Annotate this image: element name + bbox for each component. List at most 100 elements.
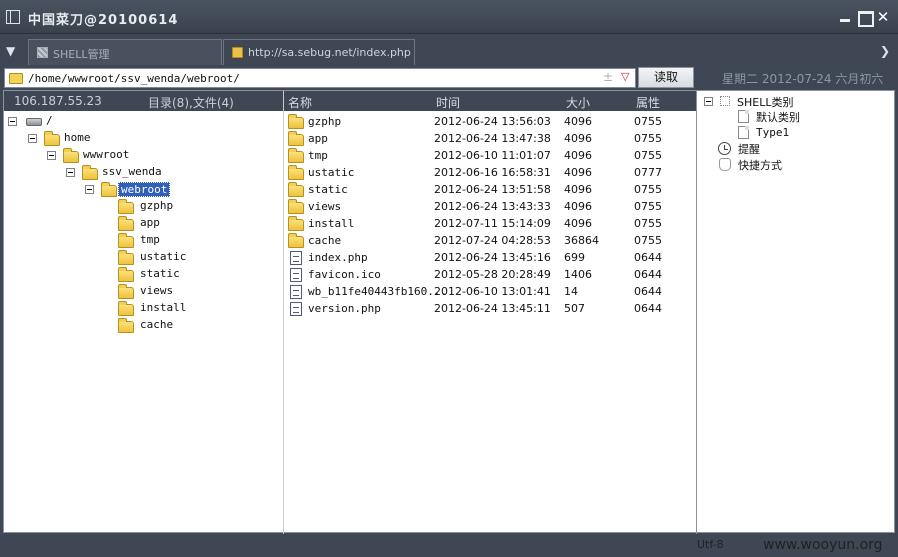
read-button[interactable]: 读取: [638, 67, 694, 88]
tree-label[interactable]: gzphp: [140, 199, 173, 212]
tree-label[interactable]: wwwroot: [83, 148, 129, 161]
file-row[interactable]: views 2012-06-24 13:43:33 4096 0755: [286, 199, 696, 216]
file-name[interactable]: favicon.ico: [308, 268, 381, 281]
tree-label[interactable]: /: [46, 114, 53, 127]
clock-icon: [718, 142, 731, 155]
collapse-icon[interactable]: [85, 185, 94, 194]
tree-label[interactable]: static: [140, 267, 180, 280]
file-row[interactable]: static 2012-06-24 13:51:58 4096 0755: [286, 182, 696, 199]
collapse-icon[interactable]: [66, 168, 75, 177]
list-header: 106.187.55.23 目录(8),文件(4) 名称 时间 大小 属性: [4, 91, 697, 111]
file-attr: 0755: [634, 149, 662, 162]
minimize-icon[interactable]: [838, 10, 852, 24]
file-name[interactable]: gzphp: [308, 115, 341, 128]
collapse-icon[interactable]: [704, 97, 713, 106]
pane-divider[interactable]: [283, 91, 284, 534]
column-header-time[interactable]: 时间: [436, 94, 460, 111]
folder-icon: [288, 233, 304, 248]
file-name[interactable]: tmp: [308, 149, 328, 162]
file-time: 2012-06-24 13:45:16: [434, 251, 551, 264]
file-attr: 0755: [634, 234, 662, 247]
chevron-right-icon[interactable]: ❯: [880, 44, 890, 58]
maximize-icon[interactable]: [857, 10, 874, 27]
file-icon: [290, 285, 302, 299]
collapse-icon[interactable]: [28, 134, 37, 143]
close-icon[interactable]: ✕: [876, 10, 890, 25]
file-attr: 0755: [634, 200, 662, 213]
file-size: 4096: [564, 149, 592, 162]
file-name[interactable]: static: [308, 183, 348, 196]
pane-divider[interactable]: [696, 91, 697, 534]
chevron-down-icon[interactable]: ▼: [6, 44, 15, 58]
tree-label-selected[interactable]: webroot: [118, 182, 171, 197]
file-size: 36864: [564, 234, 599, 247]
tree-label[interactable]: cache: [140, 318, 173, 331]
tree-label[interactable]: Type1: [756, 126, 789, 139]
hand-icon: [719, 158, 731, 171]
file-row[interactable]: cache 2012-07-24 04:28:53 36864 0755: [286, 233, 696, 250]
file-name[interactable]: version.php: [308, 302, 381, 315]
file-size: 4096: [564, 132, 592, 145]
tree-label[interactable]: ssv_wenda: [102, 165, 162, 178]
tree-label[interactable]: 快捷方式: [738, 157, 782, 173]
app-icon: [6, 10, 20, 24]
file-row[interactable]: gzphp 2012-06-24 13:56:03 4096 0755: [286, 114, 696, 131]
tree-label[interactable]: install: [140, 301, 186, 314]
path-input[interactable]: /home/wwwroot/ssv_wenda/webroot/ ± ▽: [4, 68, 636, 88]
page-icon: [738, 126, 749, 139]
path-text[interactable]: /home/wwwroot/ssv_wenda/webroot/: [28, 72, 240, 85]
file-row[interactable]: install 2012-07-11 15:14:09 4096 0755: [286, 216, 696, 233]
file-row[interactable]: ustatic 2012-06-16 16:58:31 4096 0777: [286, 165, 696, 182]
folder-icon: [44, 131, 60, 146]
folder-icon: [232, 47, 243, 58]
folder-icon: [288, 114, 304, 129]
file-row[interactable]: version.php 2012-06-24 13:45:11 507 0644: [286, 301, 696, 318]
file-name[interactable]: app: [308, 132, 328, 145]
file-row[interactable]: index.php 2012-06-24 13:45:16 699 0644: [286, 250, 696, 267]
column-header-name[interactable]: 名称: [288, 94, 312, 111]
tree-label[interactable]: tmp: [140, 233, 160, 246]
encoding-label[interactable]: Utf-8: [697, 538, 724, 551]
tab-file-manager[interactable]: http://sa.sebug.net/index.php: [223, 39, 415, 65]
address-row: /home/wwwroot/ssv_wenda/webroot/ ± ▽ 读取 …: [0, 66, 898, 90]
file-row[interactable]: app 2012-06-24 13:47:38 4096 0755: [286, 131, 696, 148]
collapse-icon[interactable]: [8, 117, 17, 126]
file-attr: 0755: [634, 217, 662, 230]
file-time: 2012-06-24 13:51:58: [434, 183, 551, 196]
tree-label[interactable]: SHELL类别: [737, 94, 793, 110]
file-row[interactable]: tmp 2012-06-10 11:01:07 4096 0755: [286, 148, 696, 165]
file-row[interactable]: favicon.ico 2012-05-28 20:28:49 1406 064…: [286, 267, 696, 284]
folder-icon: [118, 301, 134, 316]
tree-label[interactable]: home: [64, 131, 91, 144]
tree-label[interactable]: 提醒: [738, 141, 760, 157]
file-name[interactable]: install: [308, 217, 354, 230]
tab-shell-manager[interactable]: SHELL管理: [28, 39, 222, 65]
plus-icon[interactable]: ±: [603, 70, 613, 84]
column-header-size[interactable]: 大小: [566, 94, 590, 111]
file-name[interactable]: index.php: [308, 251, 368, 264]
file-time: 2012-06-10 11:01:07: [434, 149, 551, 162]
file-name[interactable]: wb_b11fe40443fb160...: [308, 285, 447, 298]
watermark: www.wooyun.org: [763, 537, 883, 553]
file-name[interactable]: views: [308, 200, 341, 213]
tree-label[interactable]: 默认类别: [756, 109, 800, 125]
file-name[interactable]: cache: [308, 234, 341, 247]
file-row[interactable]: wb_b11fe40443fb160... 2012-06-10 13:01:4…: [286, 284, 696, 301]
file-time: 2012-06-24 13:56:03: [434, 115, 551, 128]
file-attr: 0644: [634, 251, 662, 264]
tab-label: http://sa.sebug.net/index.php: [248, 46, 411, 59]
file-icon: [290, 268, 302, 282]
tree-label[interactable]: app: [140, 216, 160, 229]
collapse-icon[interactable]: [47, 151, 56, 160]
column-header-attr[interactable]: 属性: [636, 94, 660, 111]
folder-icon: [63, 148, 79, 163]
tree-label[interactable]: ustatic: [140, 250, 186, 263]
file-size: 4096: [564, 200, 592, 213]
file-attr: 0644: [634, 285, 662, 298]
dropdown-icon[interactable]: ▽: [621, 70, 629, 83]
file-size: 4096: [564, 115, 592, 128]
file-attr: 0755: [634, 183, 662, 196]
file-name[interactable]: ustatic: [308, 166, 354, 179]
tree-label[interactable]: views: [140, 284, 173, 297]
count-label: 目录(8),文件(4): [148, 96, 234, 110]
